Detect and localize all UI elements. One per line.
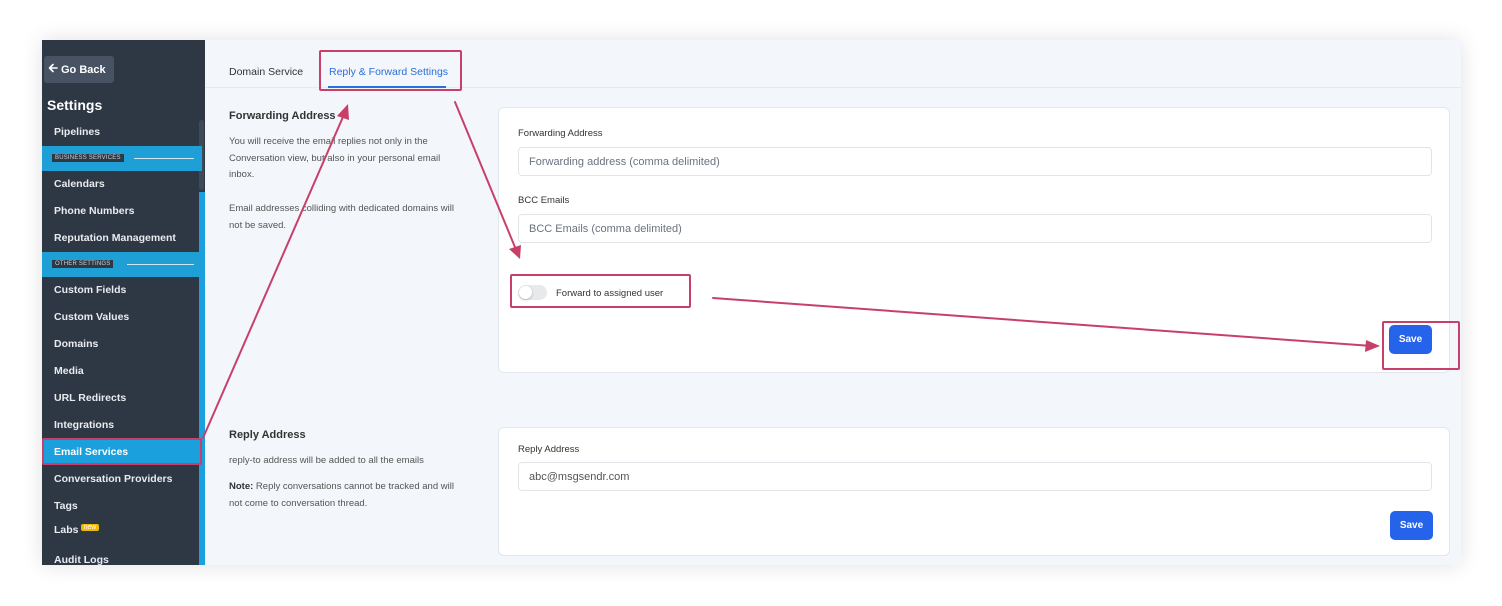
sidebar-item-label: Email Services xyxy=(54,446,129,458)
section-other-settings: OTHER SETTINGS xyxy=(42,252,202,277)
forwarding-save-button[interactable]: Save xyxy=(1389,325,1432,354)
sidebar-item-tags[interactable]: Tags xyxy=(54,500,78,512)
go-back-button[interactable]: Go Back xyxy=(44,56,114,83)
reply-section-title: Reply Address xyxy=(229,429,306,441)
reply-description: reply-to address will be added to all th… xyxy=(229,455,424,466)
sidebar-item-url-redirects[interactable]: URL Redirects xyxy=(54,392,126,404)
reply-note-label: Note: xyxy=(229,481,254,492)
reply-address-label: Reply Address xyxy=(518,444,580,455)
forwarding-section-title: Forwarding Address xyxy=(229,110,336,122)
settings-title: Settings xyxy=(47,97,103,113)
section-divider xyxy=(127,264,194,265)
go-back-label: Go Back xyxy=(61,63,106,76)
sidebar-item-calendars[interactable]: Calendars xyxy=(54,178,105,190)
reply-note-text: Reply conversations cannot be tracked an… xyxy=(229,481,454,509)
arrow-left-icon xyxy=(48,63,58,76)
reply-address-input[interactable] xyxy=(518,462,1432,491)
sidebar-item-custom-fields[interactable]: Custom Fields xyxy=(54,284,126,296)
forward-to-assigned-user-toggle[interactable] xyxy=(518,285,547,300)
sidebar-item-media[interactable]: Media xyxy=(54,365,84,377)
bcc-emails-input[interactable] xyxy=(518,214,1432,243)
sidebar-item-custom-values[interactable]: Custom Values xyxy=(54,311,129,323)
toggle-knob xyxy=(519,286,532,299)
new-badge: new xyxy=(80,524,100,531)
sidebar-item-conversation-providers[interactable]: Conversation Providers xyxy=(54,473,172,485)
section-divider xyxy=(134,158,194,159)
sidebar-item-phone-numbers[interactable]: Phone Numbers xyxy=(54,205,135,217)
app-window: Go Back Settings Pipelines BUSINESS SERV… xyxy=(42,40,1461,565)
active-tab-indicator xyxy=(328,86,446,88)
sidebar-item-integrations[interactable]: Integrations xyxy=(54,419,114,431)
tab-reply-forward-settings[interactable]: Reply & Forward Settings xyxy=(329,66,448,78)
sidebar-item-reputation[interactable]: Reputation Management xyxy=(54,232,176,244)
sidebar-item-pipelines[interactable]: Pipelines xyxy=(54,126,100,138)
section-business-services: BUSINESS SERVICES xyxy=(42,146,202,171)
forwarding-collision-note: Email addresses colliding with dedicated… xyxy=(229,203,454,231)
reply-note: Note: Reply conversations cannot be trac… xyxy=(229,479,464,512)
forwarding-address-label: Forwarding Address xyxy=(518,128,603,139)
forward-to-assigned-user-label: Forward to assigned user xyxy=(556,288,664,299)
section-label: BUSINESS SERVICES xyxy=(52,154,124,162)
bcc-emails-label: BCC Emails xyxy=(518,195,570,206)
forwarding-address-input[interactable] xyxy=(518,147,1432,176)
section-label: OTHER SETTINGS xyxy=(52,260,114,268)
reply-save-button[interactable]: Save xyxy=(1390,511,1433,540)
forwarding-card: Forwarding Address BCC Emails Forward to… xyxy=(498,107,1460,373)
tab-domain-service[interactable]: Domain Service xyxy=(229,66,303,78)
sidebar: Go Back Settings Pipelines BUSINESS SERV… xyxy=(42,40,205,565)
sidebar-accent-bar xyxy=(199,192,205,565)
sidebar-item-domains[interactable]: Domains xyxy=(54,338,98,350)
sidebar-item-labs[interactable]: Labs new xyxy=(54,524,100,536)
forwarding-description: You will receive the email replies not o… xyxy=(229,136,441,180)
sidebar-item-label: Labs xyxy=(54,524,79,536)
sidebar-item-email-services[interactable]: Email Services xyxy=(42,438,202,465)
sidebar-item-audit-logs[interactable]: Audit Logs xyxy=(54,554,109,565)
reply-card: Reply Address Save xyxy=(498,427,1450,556)
